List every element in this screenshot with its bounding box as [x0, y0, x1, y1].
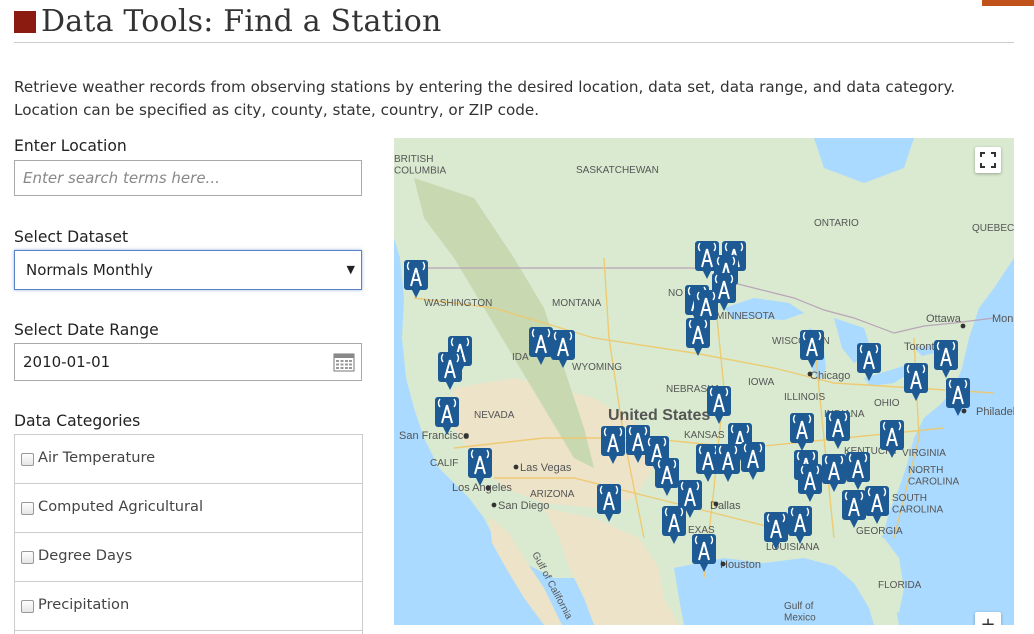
- category-item-air-temperature[interactable]: Air Temperature: [15, 435, 362, 484]
- map-label-quebec: QUEBEC: [972, 223, 1014, 234]
- station-map[interactable]: BRITISH COLUMBIA SASKATCHEWAN ONTARIO QUE…: [394, 138, 1014, 625]
- map-label-florida: FLORIDA: [878, 580, 922, 591]
- dataset-label: Select Dataset: [14, 228, 129, 246]
- map-label-saskatchewan: SASKATCHEWAN: [576, 165, 659, 176]
- fullscreen-icon: [980, 152, 996, 168]
- map-label-dallas: Dallas: [710, 500, 741, 512]
- category-label: Air Temperature: [38, 449, 156, 466]
- map-label-san-francisco: San Francisco: [399, 430, 469, 442]
- map-label-iowa: IOWA: [748, 377, 775, 388]
- category-item-computed-agricultural[interactable]: Computed Agricultural: [15, 484, 362, 533]
- title-square-icon: [14, 11, 36, 33]
- map-label-ontario: ONTARIO: [814, 218, 859, 229]
- zoom-in-button[interactable]: +: [975, 612, 1001, 625]
- map-label-toronto: Toront: [904, 341, 935, 353]
- location-search-input[interactable]: Enter search terms here...: [14, 160, 362, 196]
- calendar-icon[interactable]: [333, 352, 355, 372]
- map-label-philadelphia: Philadel: [976, 406, 1014, 418]
- map-label-los-angeles: Los Angeles: [452, 482, 512, 494]
- dataset-selected-value: Normals Monthly: [26, 261, 153, 279]
- map-label-united-states: United States: [608, 407, 710, 424]
- checkbox[interactable]: [21, 600, 34, 613]
- checkbox[interactable]: [21, 502, 34, 515]
- date-range-label: Select Date Range: [14, 321, 159, 339]
- fullscreen-button[interactable]: [975, 147, 1001, 173]
- page-header: Data Tools: Find a Station: [14, 2, 1014, 43]
- map-label-las-vegas: Las Vegas: [520, 462, 572, 474]
- map-label-ottawa: Ottawa: [926, 313, 962, 325]
- map-label-chicago: Chicago: [810, 370, 850, 382]
- category-label: Precipitation: [38, 596, 130, 613]
- map-label-idaho: IDA: [512, 352, 529, 363]
- map-label-houston: Houston: [720, 559, 761, 571]
- map-label-nevada: NEVADA: [474, 410, 515, 421]
- map-label-ohio: OHIO: [874, 398, 900, 409]
- map-label-san-diego: San Diego: [498, 500, 549, 512]
- category-item-degree-days[interactable]: Degree Days: [15, 533, 362, 582]
- location-label: Enter Location: [14, 137, 127, 155]
- map-label-minnesota: MINNESOTA: [716, 311, 775, 322]
- page-title: Data Tools: Find a Station: [41, 4, 442, 39]
- data-categories-list: Air Temperature Computed Agricultural De…: [14, 434, 363, 634]
- date-value: 2010-01-01: [23, 353, 111, 371]
- checkbox[interactable]: [21, 551, 34, 564]
- data-categories-label: Data Categories: [14, 412, 141, 430]
- map-label-georgia: GEORGIA: [856, 526, 903, 537]
- map-label-washington: WASHINGTON: [424, 298, 492, 309]
- location-placeholder: Enter search terms here...: [23, 169, 220, 187]
- dropdown-arrow-icon: ▼: [346, 263, 355, 276]
- checkbox[interactable]: [21, 453, 34, 466]
- map-label-arizona: ARIZONA: [530, 489, 575, 500]
- map-label-north-dakota: NO: [668, 288, 683, 299]
- date-range-input[interactable]: 2010-01-01: [14, 343, 362, 381]
- map-label-illinois: ILLINOIS: [784, 392, 825, 403]
- category-item-precipitation[interactable]: Precipitation: [15, 582, 362, 631]
- map-canvas[interactable]: BRITISH COLUMBIA SASKATCHEWAN ONTARIO QUE…: [394, 138, 1014, 625]
- map-label-virginia: VIRGINIA: [902, 448, 946, 459]
- map-label-montreal: Mon: [992, 313, 1013, 325]
- map-label-california: CALIF: [430, 458, 458, 469]
- map-label-montana: MONTANA: [552, 298, 602, 309]
- map-label-wyoming: WYOMING: [572, 362, 622, 373]
- category-label: Degree Days: [38, 547, 133, 564]
- map-label-kansas: KANSAS: [684, 430, 725, 441]
- category-label: Computed Agricultural: [38, 498, 204, 515]
- intro-text: Retrieve weather records from observing …: [14, 78, 956, 119]
- dataset-select[interactable]: Normals Monthly ▼: [14, 250, 362, 290]
- map-label-gulf-of-mexico: Gulf of Mexico: [784, 601, 816, 624]
